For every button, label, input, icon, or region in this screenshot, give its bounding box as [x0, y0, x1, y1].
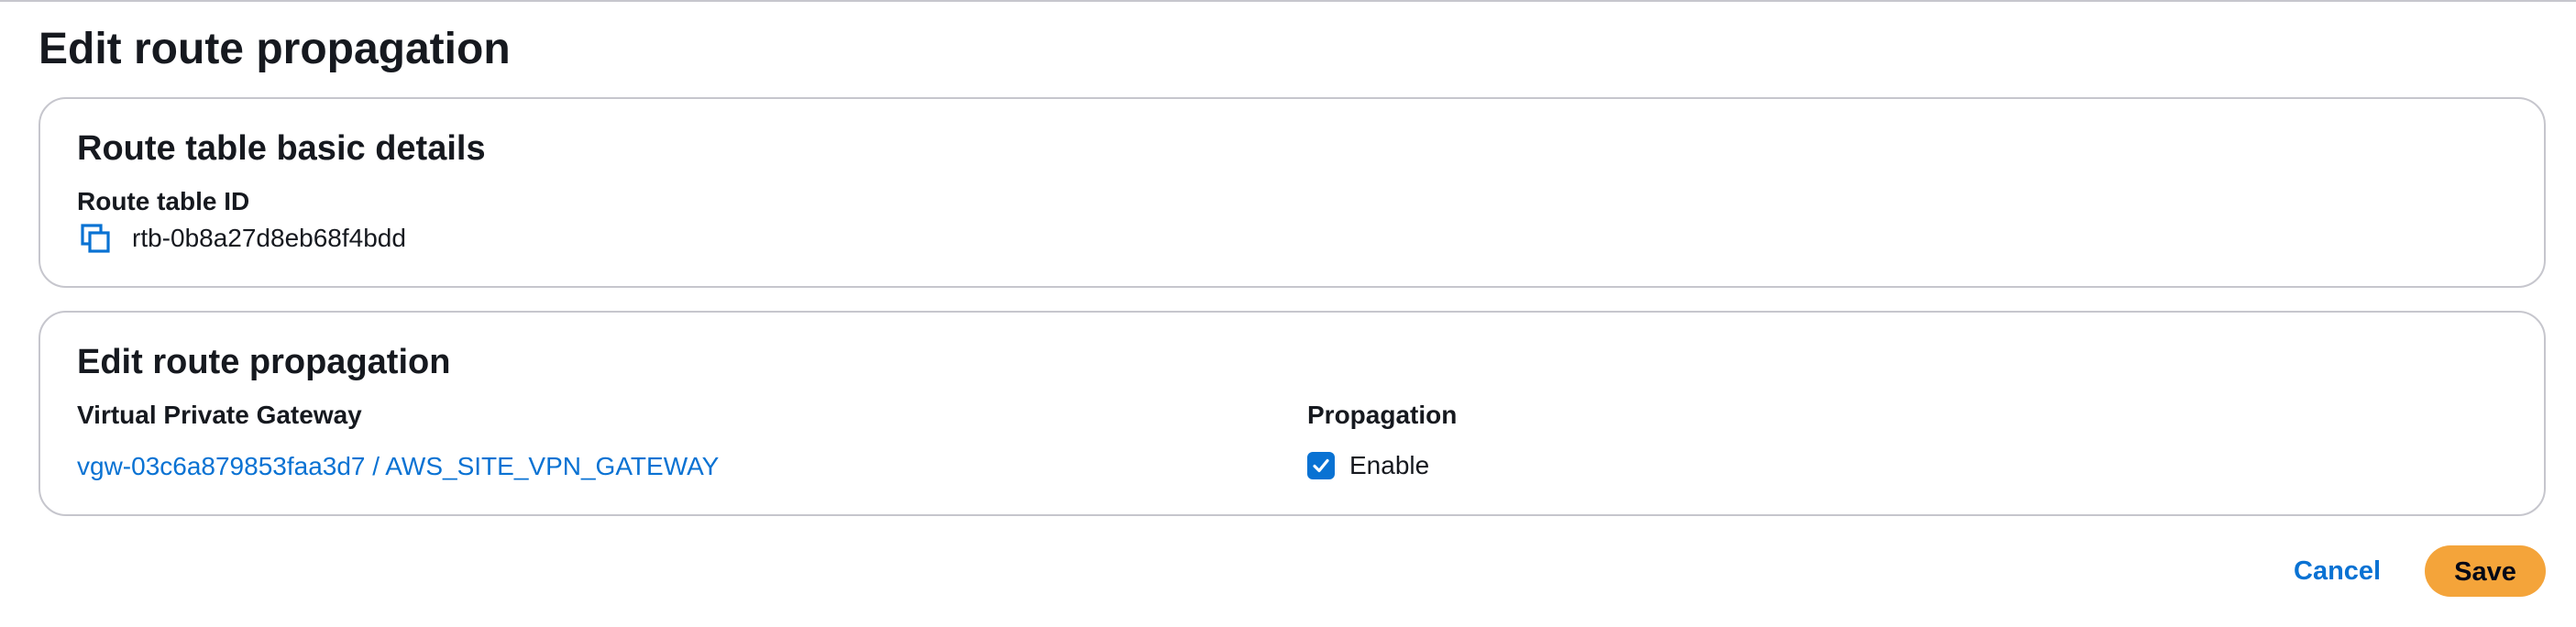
- gateway-column-header: Virtual Private Gateway: [77, 401, 362, 429]
- propagation-checkbox-row[interactable]: Enable: [1307, 447, 1429, 484]
- propagation-card-title: Edit route propagation: [77, 343, 451, 381]
- details-card-title: Route table basic details: [77, 129, 486, 168]
- route-table-id-label: Route table ID: [77, 187, 250, 215]
- page-title: Edit route propagation: [39, 25, 511, 73]
- route-propagation-card: Edit route propagation Virtual Private G…: [39, 311, 2546, 516]
- propagation-column-header: Propagation: [1307, 401, 1458, 429]
- route-table-details-card: Route table basic details Route table ID…: [39, 97, 2546, 288]
- route-table-id-value: rtb-0b8a27d8eb68f4bdd: [132, 224, 406, 252]
- page: Edit route propagation Route table basic…: [0, 0, 2576, 627]
- save-button[interactable]: Save: [2425, 545, 2546, 597]
- checkmark-icon: [1313, 458, 1329, 473]
- propagation-checkbox[interactable]: [1307, 452, 1335, 479]
- copy-icon[interactable]: [77, 220, 114, 257]
- gateway-link[interactable]: vgw-03c6a879853faa3d7 / AWS_SITE_VPN_GAT…: [77, 450, 719, 483]
- propagation-checkbox-label: Enable: [1349, 451, 1430, 479]
- cancel-button[interactable]: Cancel: [2283, 546, 2392, 596]
- route-table-id-row: rtb-0b8a27d8eb68f4bdd: [77, 220, 406, 257]
